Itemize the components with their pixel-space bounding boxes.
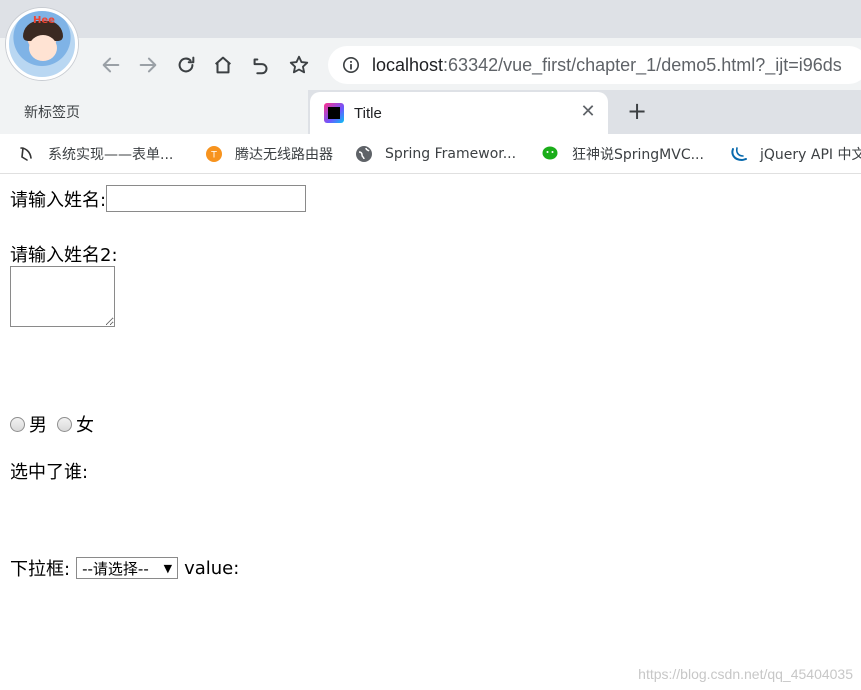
female-label: 女 — [76, 415, 94, 436]
tab-new-tab-page[interactable]: 新标签页 — [0, 90, 308, 134]
name2-label: 请输入姓名2: — [10, 245, 118, 266]
feather-icon — [20, 147, 32, 161]
female-radio[interactable] — [57, 416, 72, 432]
tab-label: Title — [354, 104, 382, 122]
bookmark-label: 腾达无线路由器 — [235, 147, 333, 163]
jquery-icon — [731, 147, 747, 162]
tenda-icon: T — [206, 146, 222, 162]
avatar-face — [29, 35, 57, 61]
tab-title[interactable]: Title ✕ — [310, 92, 608, 134]
globe-icon — [356, 146, 372, 162]
bookmark-item[interactable]: Spring Framewor... — [355, 134, 517, 173]
new-tab-button[interactable]: + — [624, 98, 650, 124]
name2-textarea[interactable] — [10, 266, 115, 327]
address-bar[interactable]: localhost:63342/vue_first/chapter_1/demo… — [328, 46, 861, 84]
url-path: :63342/vue_first/chapter_1/demo5.html?_i… — [443, 54, 842, 75]
dropdown-select[interactable]: --请选择-- ▼ — [76, 557, 179, 579]
bookmark-item[interactable]: 狂神说SpringMVC... — [542, 134, 704, 173]
reload-icon[interactable] — [173, 52, 199, 78]
tab-label: 新标签页 — [24, 105, 80, 121]
select-row: 下拉框: --请选择-- ▼ value: — [10, 555, 239, 581]
watermark-text: https://blog.csdn.net/qq_45404035 — [638, 666, 853, 682]
profile-avatar[interactable]: Hee — [6, 8, 78, 80]
jetbrains-favicon-icon — [324, 103, 344, 123]
page-content: 请输入姓名: 请输入姓名2: 男 女 选中了谁: 下拉框: --请选择-- ▼ … — [0, 175, 861, 690]
male-label: 男 — [29, 415, 47, 436]
bookmarks-bar: 系统实现——表单... T 腾达无线路由器 Spring Framewor...… — [0, 134, 861, 174]
forward-arrow-icon[interactable] — [135, 52, 161, 78]
name-input[interactable] — [106, 185, 307, 212]
gender-row: 男 女 — [4, 411, 94, 437]
avatar-tag: Hee — [33, 15, 55, 26]
url-host: localhost — [372, 54, 444, 75]
male-radio[interactable] — [10, 416, 25, 432]
dropdown-selected-value: --请选择-- — [82, 559, 149, 578]
name-label: 请输入姓名: — [10, 189, 107, 211]
selected-label: 选中了谁: — [10, 462, 89, 483]
bookmark-label: 狂神说SpringMVC... — [572, 147, 704, 163]
bookmark-item[interactable]: 系统实现——表单... — [18, 134, 174, 173]
svg-text:T: T — [210, 151, 217, 161]
bookmark-label: Spring Framewor... — [385, 146, 517, 162]
home-icon[interactable] — [210, 52, 236, 78]
name-row: 请输入姓名: — [10, 185, 307, 212]
value-label: value: — [184, 557, 240, 579]
bookmark-label: jQuery API 中文 — [760, 147, 861, 163]
close-tab-icon[interactable]: ✕ — [578, 102, 598, 122]
star-bookmark-icon[interactable] — [286, 52, 312, 78]
name2-row: 请输入姓名2: — [10, 241, 118, 267]
bookmark-item[interactable]: T 腾达无线路由器 — [205, 134, 333, 173]
dropdown-caret-icon: ▼ — [163, 561, 173, 575]
selected-row: 选中了谁: — [10, 458, 88, 484]
wechat-icon — [542, 146, 558, 160]
undo-icon[interactable] — [248, 52, 274, 78]
back-arrow-icon[interactable] — [98, 52, 124, 78]
bookmark-label: 系统实现——表单... — [48, 147, 174, 163]
site-info-icon[interactable] — [342, 56, 360, 74]
tab-strip: 新标签页 Title ✕ + — [0, 90, 861, 134]
select-label: 下拉框: — [10, 559, 71, 580]
bookmark-item[interactable]: jQuery API 中文 — [730, 134, 861, 173]
